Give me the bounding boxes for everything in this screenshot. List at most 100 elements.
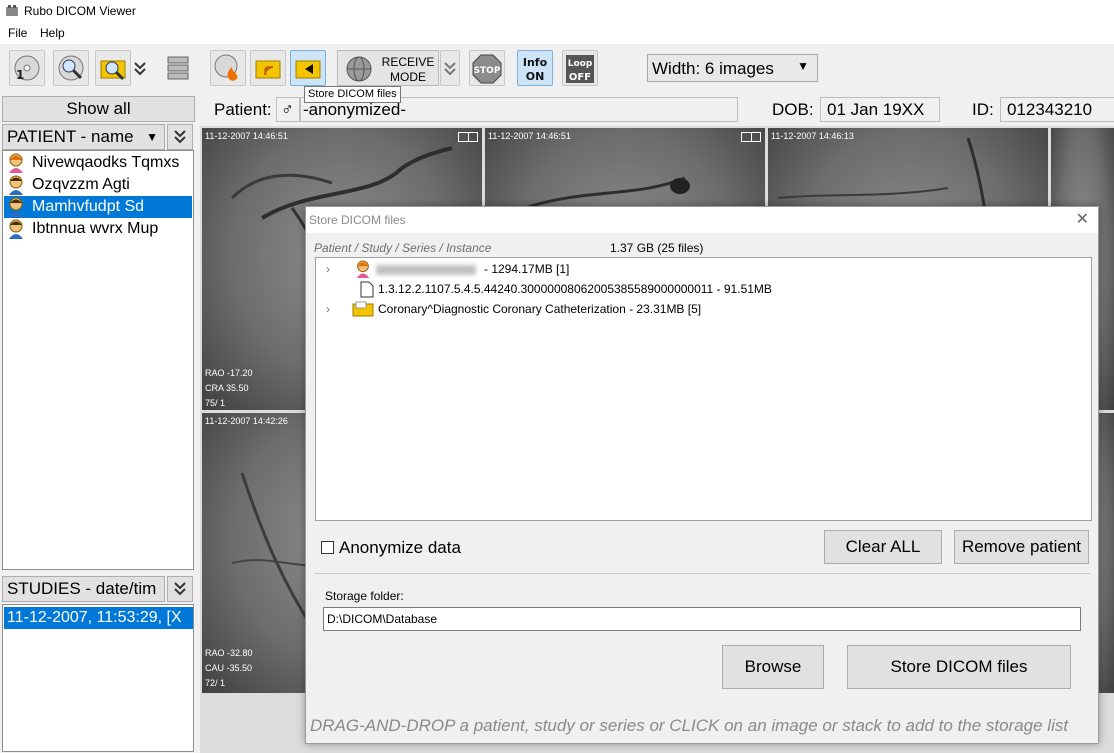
patient-sort-select[interactable]: PATIENT - name ▼ — [2, 124, 165, 150]
storage-folder-input[interactable]: D:\DICOM\Database — [323, 607, 1081, 631]
search-folder-button[interactable] — [95, 50, 131, 86]
patient-sort-value: PATIENT - name — [7, 127, 134, 146]
patient-name: Mamhvfudpt Sd — [32, 198, 145, 215]
app-icon — [6, 5, 18, 16]
globe-icon — [346, 56, 372, 82]
width-select-value: Width: 6 images — [652, 59, 774, 78]
close-icon[interactable]: ✕ — [1076, 209, 1089, 229]
male-patient-icon — [9, 219, 23, 239]
study-folder-icon — [352, 301, 374, 317]
stop-label: STOP — [474, 66, 501, 76]
cd-icon: 1 — [14, 55, 40, 82]
tile-timestamp: 11-12-2007 14:46:13 — [771, 131, 854, 141]
width-select[interactable]: Width: 6 images ▼ — [647, 54, 818, 82]
double-chevron-down-icon — [174, 582, 186, 596]
svg-text:1: 1 — [16, 68, 24, 82]
dob-field: 01 Jan 19XX — [820, 97, 940, 122]
male-patient-icon — [9, 175, 23, 195]
network-button[interactable] — [160, 50, 196, 86]
menu-file[interactable]: File — [8, 26, 27, 40]
receive-line2: MODE — [390, 70, 426, 84]
file-icon — [360, 281, 374, 298]
chevron-down-icon: ▼ — [797, 59, 809, 73]
title-bar: Rubo DICOM Viewer — [0, 0, 1114, 24]
store-dicom-dialog: Store DICOM files ✕ Patient / Study / Se… — [305, 206, 1099, 744]
store-dicom-button[interactable] — [290, 50, 326, 86]
storage-folder-label: Storage folder: — [325, 589, 404, 603]
double-chevron-down-icon — [174, 130, 186, 144]
studies-collapse-button[interactable] — [167, 576, 193, 602]
patient-size: - 1294.17MB [1] — [484, 262, 570, 276]
patient-item[interactable]: Ozqvzzm Agti — [4, 174, 192, 196]
clear-all-button[interactable]: Clear ALL — [824, 530, 942, 564]
info-toggle-button[interactable]: Info ON — [517, 50, 553, 86]
show-all-button[interactable]: Show all — [2, 96, 195, 122]
store-dicom-files-button[interactable]: Store DICOM files — [847, 645, 1071, 689]
female-patient-icon — [9, 153, 23, 173]
dob-label: DOB: — [772, 100, 814, 119]
anonymize-checkbox[interactable] — [321, 541, 334, 554]
expand-chevron-icon[interactable]: › — [326, 259, 330, 279]
tile-angle-2: CRA 35.50 — [205, 383, 249, 393]
burn-cd-icon — [214, 54, 238, 81]
magnifier-folder-icon — [100, 60, 126, 81]
patient-item[interactable]: Nivewqaodks Tqmxs — [4, 152, 192, 174]
browse-button[interactable]: Browse — [722, 645, 824, 689]
total-size: 1.37 GB (25 files) — [610, 241, 704, 255]
tile-angle-1: RAO -17.20 — [205, 368, 253, 378]
receive-options-chevron[interactable] — [440, 50, 460, 86]
studies-list: 11-12-2007, 11:53:29, [X — [2, 604, 194, 752]
tile-timestamp: 11-12-2007 14:46:51 — [488, 131, 571, 141]
stop-button[interactable]: STOP — [469, 50, 505, 86]
tile-angle-2: CAU -35.50 — [205, 663, 253, 673]
patient-item[interactable]: Ibtnnua wvrx Mup — [4, 218, 192, 240]
open-cd-button[interactable]: 1 — [9, 50, 45, 86]
patient-name: Ibtnnua wvrx Mup — [32, 220, 159, 237]
receive-line1: RECEIVE — [381, 55, 435, 69]
divider — [314, 573, 1090, 574]
double-chevron-down-icon — [444, 62, 456, 76]
anonymize-label: Anonymize data — [339, 538, 461, 557]
layout-icon — [741, 132, 761, 142]
toolbar: 1 RECEIVE MODE STOP Info ON Loop OFF Wid… — [0, 44, 1114, 94]
info-label-bottom: ON — [526, 70, 545, 83]
double-chevron-down-icon — [134, 62, 146, 76]
loop-toggle-button[interactable]: Loop OFF — [562, 50, 598, 86]
info-icon: Info ON — [523, 56, 548, 83]
patient-label: Patient: — [214, 100, 272, 119]
search-cd-button[interactable] — [53, 50, 89, 86]
loop-icon: Loop OFF — [566, 55, 594, 83]
gender-icon: ♂ — [276, 97, 300, 122]
chevron-down-icon: ▼ — [146, 130, 158, 144]
store-folder-icon — [295, 60, 321, 79]
info-label-top: Info — [523, 56, 548, 69]
receive-mode-button[interactable]: RECEIVE MODE — [337, 50, 439, 86]
tree-header: Patient / Study / Series / Instance — [314, 241, 492, 255]
tile-frame: 75/ 1 — [205, 398, 226, 408]
tile-frame: 72/ 1 — [205, 678, 226, 688]
magnifier-cd-icon — [58, 55, 84, 81]
menu-help[interactable]: Help — [40, 26, 65, 40]
patient-collapse-button[interactable] — [167, 124, 193, 150]
open-menu-chevron[interactable] — [131, 50, 149, 86]
tile-angle-1: RAO -32.80 — [205, 648, 253, 658]
loop-label-bottom: OFF — [569, 72, 591, 83]
male-patient-icon — [9, 197, 23, 217]
menu-bar: File Help — [0, 24, 1114, 44]
burn-cd-button[interactable] — [210, 50, 246, 86]
expand-chevron-icon[interactable]: › — [326, 299, 330, 319]
tile-timestamp: 11-12-2007 14:42:26 — [205, 416, 288, 426]
left-panel: Show all PATIENT - name ▼ Nivewqaodks Tq… — [0, 94, 200, 753]
female-patient-icon — [356, 260, 370, 278]
patient-item-selected[interactable]: Mamhvfudpt Sd — [4, 196, 192, 218]
study-row-selected[interactable]: 11-12-2007, 11:53:29, [X — [4, 607, 193, 629]
tree-row-text: 1.3.12.2.1107.5.4.5.44240.30000008062005… — [378, 282, 772, 296]
layout-icon — [458, 132, 478, 142]
remove-patient-button[interactable]: Remove patient — [954, 530, 1089, 564]
patient-list: Nivewqaodks Tqmxs Ozqvzzm Agti Mamhvfudp… — [2, 150, 194, 570]
patient-name: Nivewqaodks Tqmxs — [32, 154, 180, 171]
studies-sort-select[interactable]: STUDIES - date/tim — [2, 576, 165, 602]
rss-folder-icon — [255, 60, 281, 79]
rss-folder-button[interactable] — [250, 50, 286, 86]
dialog-title: Store DICOM files — [309, 213, 406, 227]
